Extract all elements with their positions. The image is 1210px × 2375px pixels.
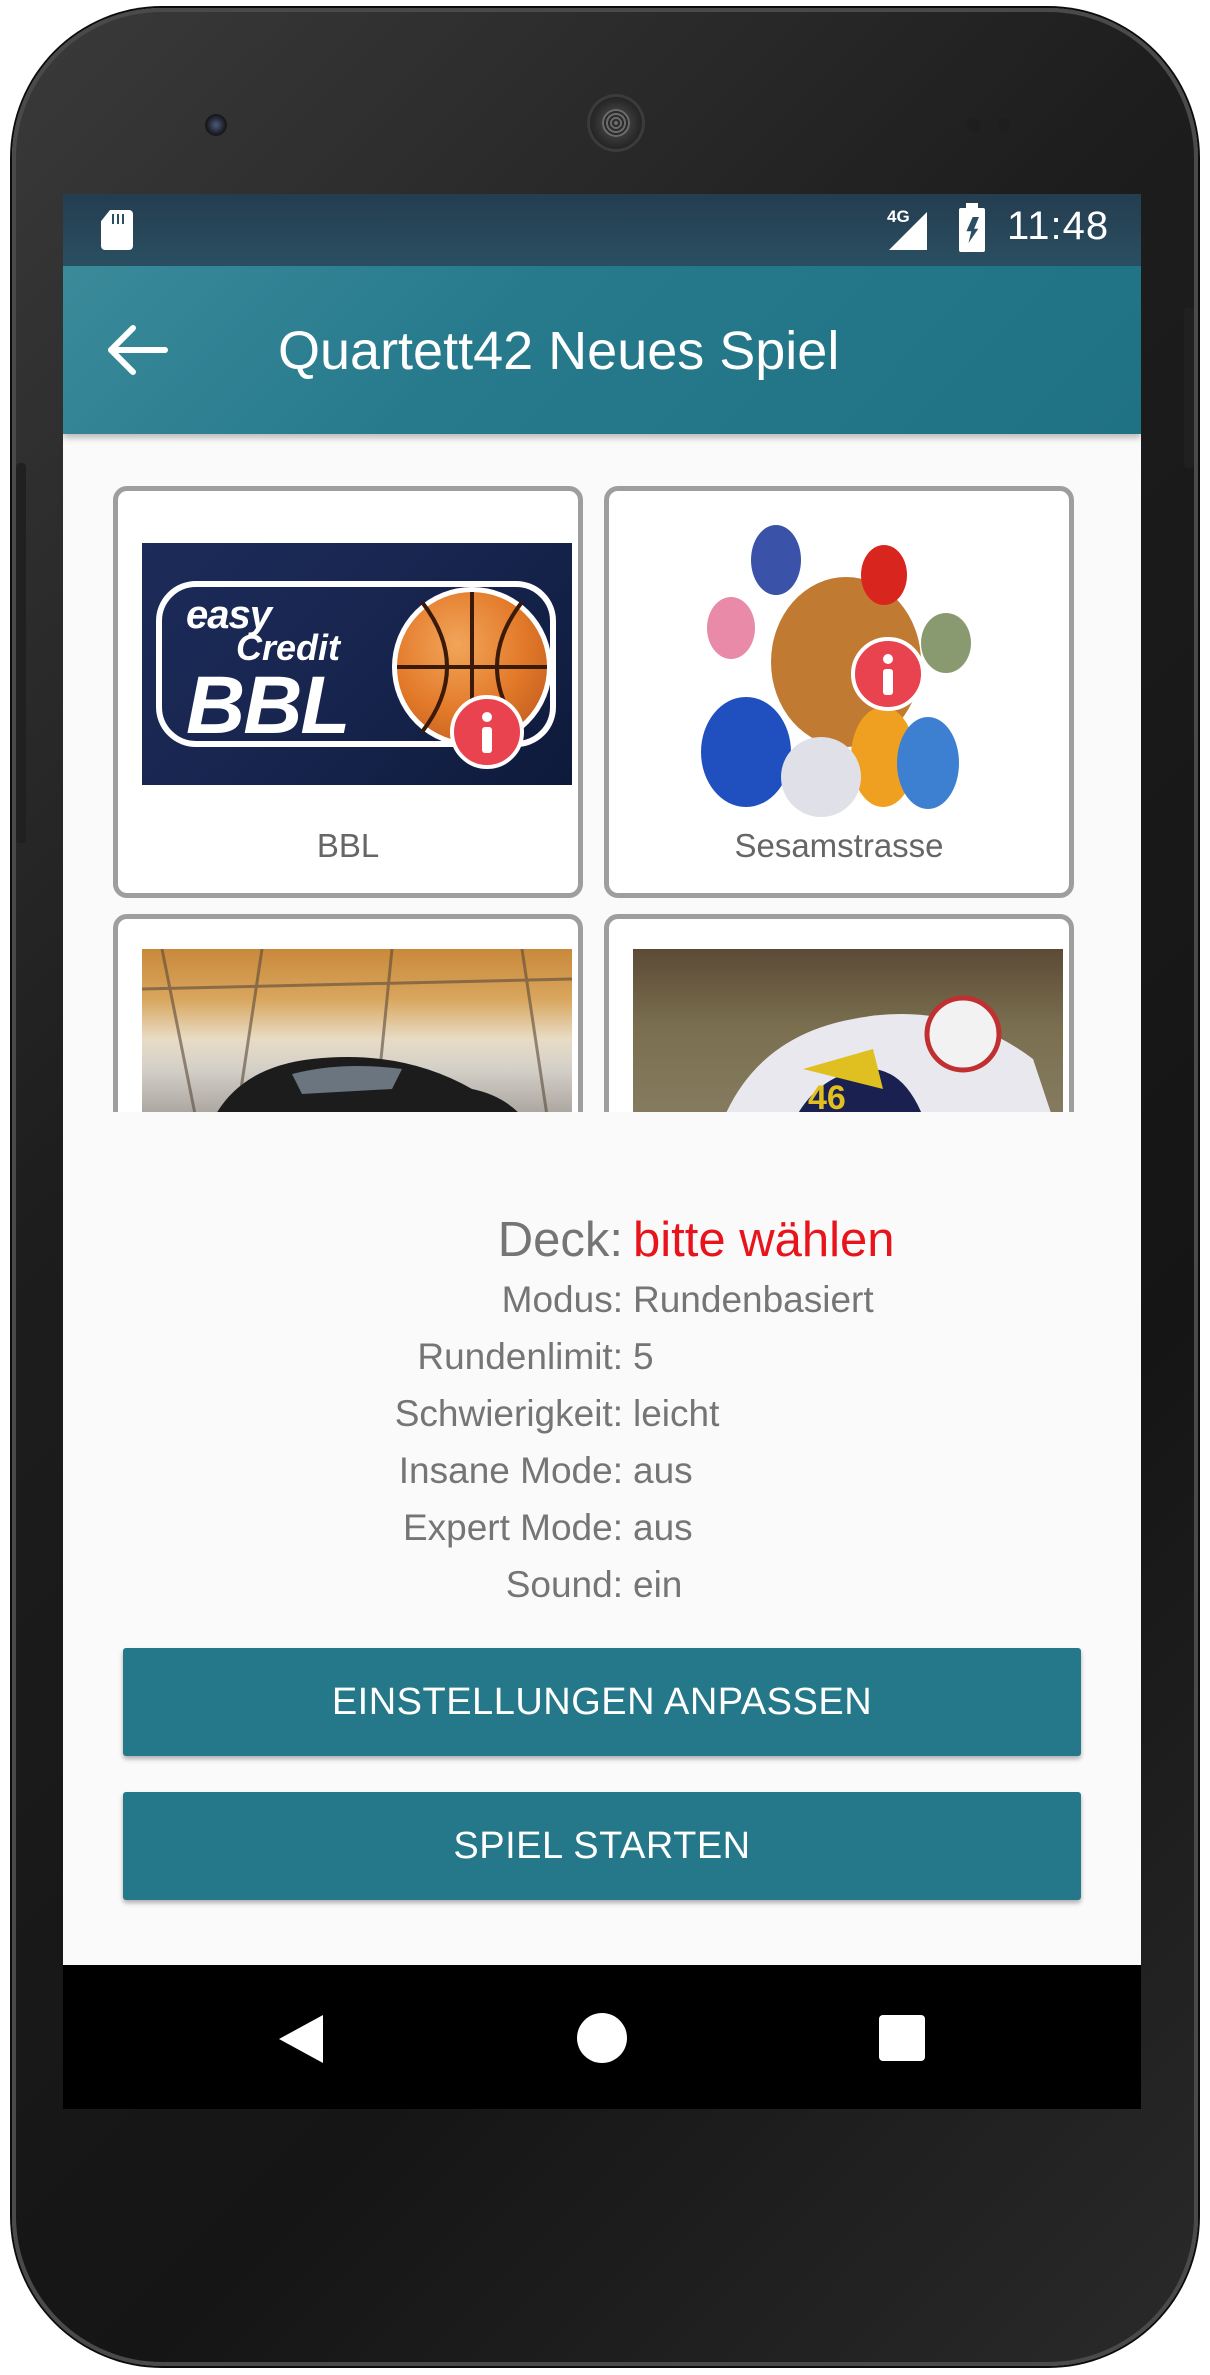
battery-charging-icon: [959, 203, 985, 252]
info-icon[interactable]: [450, 695, 524, 769]
volume-button: [16, 463, 26, 843]
difficulty-value: leicht: [633, 1393, 720, 1434]
deck-card-bbl[interactable]: easy Credit BBL BBL: [113, 486, 583, 898]
deck-label: Sesamstrasse: [734, 827, 944, 864]
light-sensor: [997, 118, 1011, 132]
app-bar: Quartett42 Neues Spiel: [63, 266, 1141, 434]
nav-recents-icon[interactable]: [879, 2015, 925, 2061]
info-icon[interactable]: [851, 637, 925, 711]
expert-mode-value: aus: [633, 1507, 693, 1548]
proximity-sensor: [967, 118, 981, 132]
round-limit-label: Rundenlimit:: [417, 1336, 623, 1377]
mode-value: Rundenbasiert: [633, 1279, 874, 1320]
insane-mode-value: aus: [633, 1450, 693, 1491]
deck-label: Deck:: [497, 1213, 623, 1267]
car-image: [142, 949, 572, 1112]
expert-mode-label: Expert Mode:: [402, 1507, 623, 1548]
arrow-left-icon: [108, 325, 168, 375]
start-game-button[interactable]: SPIEL STARTEN: [123, 1792, 1081, 1900]
status-bar: 4G 11:48: [63, 194, 1141, 266]
insane-mode-label: Insane Mode:: [398, 1450, 623, 1491]
logo-text-bbl: BBL: [186, 660, 351, 751]
back-button[interactable]: [99, 310, 179, 390]
sd-card-icon: [101, 210, 133, 250]
deck-card-motorrad[interactable]: 46: [604, 914, 1074, 1112]
front-camera: [205, 114, 227, 136]
difficulty-label: Schwierigkeit:: [394, 1393, 623, 1434]
network-type: 4G: [887, 207, 910, 226]
nav-home-icon[interactable]: [577, 2013, 627, 2063]
power-button: [1184, 308, 1194, 468]
round-limit-value: 5: [633, 1336, 654, 1377]
deck-label: BBL: [316, 827, 380, 864]
motorbike-image: 46: [633, 949, 1063, 1112]
deck-card-sesamstrasse[interactable]: Sesamstrasse: [604, 486, 1074, 898]
screen: 4G 11:48 Quartett42 Neues Spiel easy Cre…: [63, 194, 1141, 2109]
sound-label: Sound:: [505, 1564, 623, 1605]
deck-grid[interactable]: easy Credit BBL BBL Sesamstrasse 46: [111, 484, 1093, 1112]
page-title: Quartett42 Neues Spiel: [278, 321, 840, 381]
mode-label: Modus:: [501, 1279, 623, 1320]
adjust-settings-button[interactable]: EINSTELLUNGEN ANPASSEN: [123, 1648, 1081, 1756]
speaker-grill: [602, 109, 630, 137]
nav-back-icon[interactable]: [279, 2015, 323, 2063]
navigation-bar: [63, 1965, 1141, 2109]
deck-value: bitte wählen: [633, 1213, 895, 1267]
svg-text:46: 46: [808, 1079, 846, 1112]
deck-card-cars[interactable]: [113, 914, 583, 1112]
status-clock: 11:48: [1007, 204, 1110, 248]
sound-value: ein: [633, 1564, 683, 1605]
